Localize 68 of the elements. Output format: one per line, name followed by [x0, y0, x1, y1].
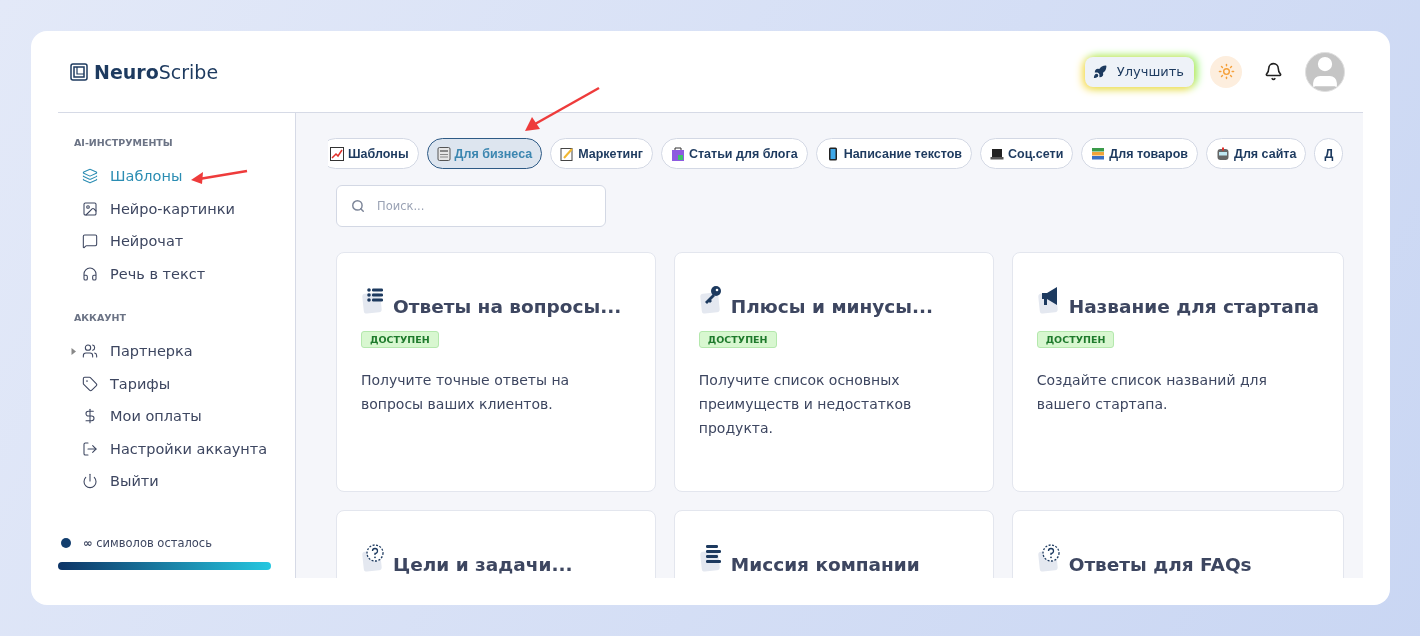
books-icon [1091, 146, 1106, 161]
template-card[interactable]: Цели и задачи... [336, 510, 656, 578]
chat-bubble-icon [82, 233, 98, 250]
card-description: Получите список основных преимуществ и недостатков продукта. [698, 371, 913, 438]
notification-bell-icon[interactable] [1264, 62, 1283, 81]
template-card[interactable]: Название для стартапа ДОСТУПЕН Создайте список названий для вашего стартапа. [1011, 252, 1344, 492]
sun-icon [1217, 63, 1235, 80]
category-chip[interactable]: Маркетинг [550, 138, 653, 169]
card-title: Цели и задачи... [393, 554, 573, 575]
robot-icon [1216, 146, 1230, 161]
category-chip[interactable]: Для сайта [1206, 138, 1307, 169]
sidebar-item[interactable]: Мои оплаты [74, 400, 295, 433]
card-title: Ответы на вопросы... [393, 296, 622, 317]
category-chip[interactable]: Написание текстов [815, 138, 972, 169]
sidebar-item[interactable]: Шаблоны [74, 160, 295, 193]
shopping-bag-icon [670, 146, 685, 161]
sidebar-item[interactable]: Тарифы [74, 367, 295, 400]
sidebar-item[interactable]: Нейро-картинки [74, 192, 295, 225]
template-card[interactable]: Плюсы и минусы... ДОСТУПЕН Получите список основных преимуществ и недостатков продукта. [673, 252, 994, 492]
card-title: Ответы для FAQs [1068, 554, 1252, 575]
sidebar-item[interactable]: Речь в текст [74, 257, 295, 290]
category-chip[interactable]: Д [1314, 138, 1344, 169]
dollar-icon [82, 408, 98, 425]
sidebar-item[interactable]: Нейрочат [74, 225, 295, 258]
sidebar-heading: АККАУНТ [74, 312, 127, 323]
theme-toggle-button[interactable] [1210, 55, 1242, 88]
template-card[interactable]: Миссия компании [673, 510, 994, 578]
logo-icon [70, 62, 88, 81]
sidebar-heading: AI-ИНСТРУМЕНТЫ [74, 137, 174, 148]
sidebar-item[interactable]: Выйти [74, 465, 295, 498]
brand-name: NeuroScribe [94, 60, 219, 83]
category-chip[interactable]: Для товаров [1081, 138, 1198, 169]
annotation-arrow [189, 167, 249, 187]
card-description: Получите точные ответы на вопросы ваших клиентов. [361, 371, 571, 414]
sidebar-item[interactable]: Настройки аккаунта [74, 432, 295, 465]
symbols-left-text: ∞ символов осталось [83, 535, 212, 550]
headphones-icon [82, 265, 98, 282]
status-badge: ДОСТУПЕН [361, 331, 439, 348]
power-icon [82, 473, 98, 490]
image-icon [82, 200, 98, 217]
status-badge: ДОСТУПЕН [698, 331, 777, 348]
search-icon [351, 199, 365, 213]
laptop-icon [989, 146, 1004, 161]
question-icon [361, 543, 387, 575]
card-title: Миссия компании [730, 554, 920, 575]
tag-icon [82, 375, 98, 392]
template-card[interactable]: Ответы на вопросы... ДОСТУПЕН Получите точные ответы на вопросы ваших клиентов. [336, 252, 656, 492]
card-title: Название для стартапа [1068, 296, 1319, 317]
users-icon [82, 343, 98, 360]
rocket-icon [1092, 64, 1107, 79]
status-badge: ДОСТУПЕН [1036, 331, 1115, 348]
status-dot [61, 537, 71, 548]
logout-icon [82, 440, 98, 457]
layers-icon [82, 168, 98, 185]
chart-icon [330, 146, 344, 161]
memo-icon [560, 146, 575, 161]
card-title: Плюсы и минусы... [730, 296, 934, 317]
caret-icon[interactable] [71, 348, 77, 355]
upgrade-button[interactable]: Улучшить [1084, 56, 1194, 87]
template-card[interactable]: Ответы для FAQs [1011, 510, 1344, 578]
newspaper-icon [436, 146, 451, 161]
category-chip[interactable]: Шаблоны [328, 138, 419, 169]
question-icon [1036, 543, 1063, 575]
category-chip[interactable]: Соц.сети [979, 138, 1074, 169]
card-description: Создайте список названий для вашего стартапа. [1036, 371, 1268, 414]
category-chip[interactable]: Статьи для блога [660, 138, 808, 169]
sidebar-item[interactable]: Партнерка [74, 335, 295, 368]
search-field[interactable]: Поиск... [336, 185, 606, 227]
